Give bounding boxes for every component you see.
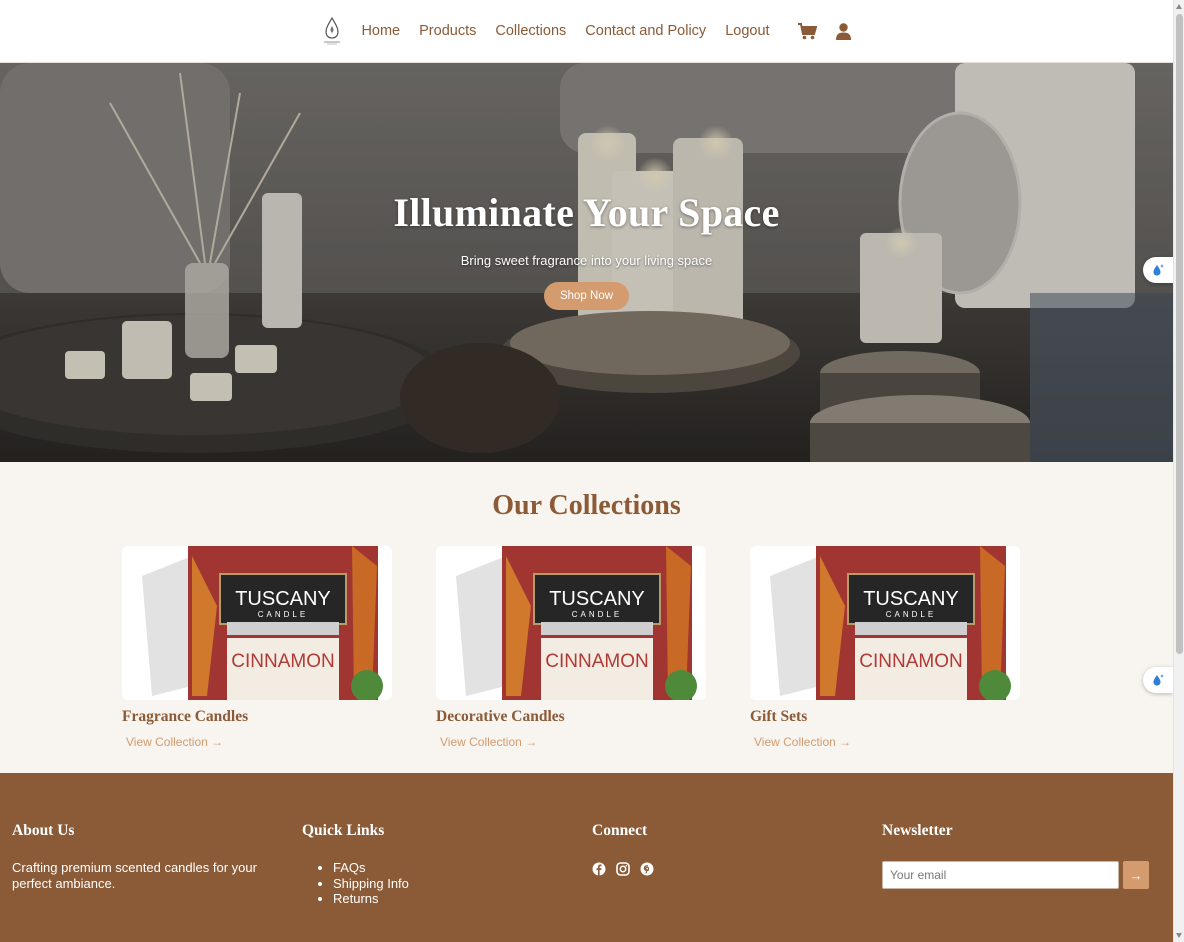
collection-image-brand: TUSCANY	[863, 588, 959, 610]
collections-heading: Our Collections	[492, 490, 681, 521]
collection-image-brand: TUSCANY	[549, 588, 645, 610]
scrollbar-thumb[interactable]	[1176, 14, 1183, 654]
collection-title: Gift Sets	[750, 708, 808, 725]
top-navbar: Home Products Collections Contact and Po…	[0, 0, 1173, 63]
collections-section: Our Collections TUSCANY CANDLE CINNAMON …	[0, 462, 1173, 773]
footer-link-faqs[interactable]: FAQs	[333, 860, 409, 876]
nav-logout-link[interactable]: Logout	[725, 23, 769, 39]
newsletter-email-input[interactable]	[882, 861, 1119, 889]
collection-image-brand-sub: CANDLE	[258, 610, 308, 619]
footer-quick-links-heading: Quick Links	[302, 822, 385, 839]
pinterest-icon[interactable]	[640, 862, 654, 876]
collection-image-flavor: CINNAMON	[859, 651, 962, 672]
collection-image-brand-sub: CANDLE	[572, 610, 622, 619]
hero-content: Illuminate Your Space Bring sweet fragra…	[0, 63, 1173, 310]
collection-cards: TUSCANY CANDLE CINNAMON Fragrance Candle…	[122, 546, 1020, 751]
water-drop-icon	[1153, 264, 1164, 276]
shop-now-button[interactable]: Shop Now	[543, 282, 630, 310]
user-icon[interactable]	[833, 21, 853, 41]
hero-title: Illuminate Your Space	[393, 190, 780, 235]
water-drop-widget[interactable]	[1143, 257, 1173, 283]
main-nav: Home Products Collections Contact and Po…	[320, 16, 853, 46]
collection-image-flavor: CINNAMON	[545, 651, 648, 672]
footer-link-returns[interactable]: Returns	[333, 891, 409, 907]
collection-image-flavor: CINNAMON	[231, 651, 334, 672]
footer-quick-links-list: FAQs Shipping Info Returns	[302, 860, 409, 907]
scroll-up-arrow-icon[interactable]	[1176, 4, 1182, 9]
collection-card-fragrance[interactable]: TUSCANY CANDLE CINNAMON Fragrance Candle…	[122, 546, 392, 751]
footer-quick-links: Quick Links FAQs Shipping Info Returns	[302, 822, 409, 907]
footer-link-shipping-info[interactable]: Shipping Info	[333, 876, 409, 892]
view-collection-link[interactable]: View Collection →	[126, 735, 223, 749]
newsletter-form: →	[882, 861, 1149, 889]
view-collection-link[interactable]: View Collection →	[440, 735, 537, 749]
collection-image-brand-sub: CANDLE	[886, 610, 936, 619]
scroll-down-arrow-icon[interactable]	[1176, 933, 1182, 938]
collection-image-brand: TUSCANY	[235, 588, 331, 610]
nav-home-link[interactable]: Home	[361, 23, 400, 39]
footer-about: About Us Crafting premium scented candle…	[12, 822, 272, 892]
footer-about-text: Crafting premium scented candles for you…	[12, 860, 257, 891]
footer-about-heading: About Us	[12, 822, 75, 839]
hero-subtitle: Bring sweet fragrance into your living s…	[460, 253, 713, 268]
nav-products-link[interactable]: Products	[419, 23, 476, 39]
collection-image[interactable]: TUSCANY CANDLE CINNAMON	[122, 546, 392, 700]
footer-newsletter: Newsletter →	[882, 822, 1149, 889]
site-footer: About Us Crafting premium scented candle…	[0, 773, 1173, 942]
nav-contact-policy-link[interactable]: Contact and Policy	[585, 23, 706, 39]
collection-image[interactable]: TUSCANY CANDLE CINNAMON	[750, 546, 1020, 700]
page-scrollbar[interactable]	[1173, 0, 1184, 942]
collection-title: Decorative Candles	[436, 708, 565, 725]
candle-logo-icon[interactable]	[320, 16, 344, 46]
collection-card-gift-sets[interactable]: TUSCANY CANDLE CINNAMON Gift Sets View C…	[750, 546, 1020, 751]
collection-title: Fragrance Candles	[122, 708, 249, 725]
hero-banner: Illuminate Your Space Bring sweet fragra…	[0, 63, 1173, 462]
view-collection-link[interactable]: View Collection →	[754, 735, 851, 749]
footer-newsletter-heading: Newsletter	[882, 822, 953, 839]
water-drop-widget[interactable]	[1143, 667, 1173, 693]
social-icons	[592, 862, 654, 876]
collection-card-decorative[interactable]: TUSCANY CANDLE CINNAMON Decorative Candl…	[436, 546, 706, 751]
water-drop-icon	[1153, 674, 1164, 686]
cart-icon[interactable]	[797, 21, 817, 41]
collection-image[interactable]: TUSCANY CANDLE CINNAMON	[436, 546, 706, 700]
newsletter-submit-button[interactable]: →	[1123, 861, 1149, 889]
footer-connect-heading: Connect	[592, 822, 648, 839]
facebook-icon[interactable]	[592, 862, 606, 876]
instagram-icon[interactable]	[616, 862, 630, 876]
nav-collections-link[interactable]: Collections	[495, 23, 566, 39]
footer-connect: Connect	[592, 822, 654, 876]
